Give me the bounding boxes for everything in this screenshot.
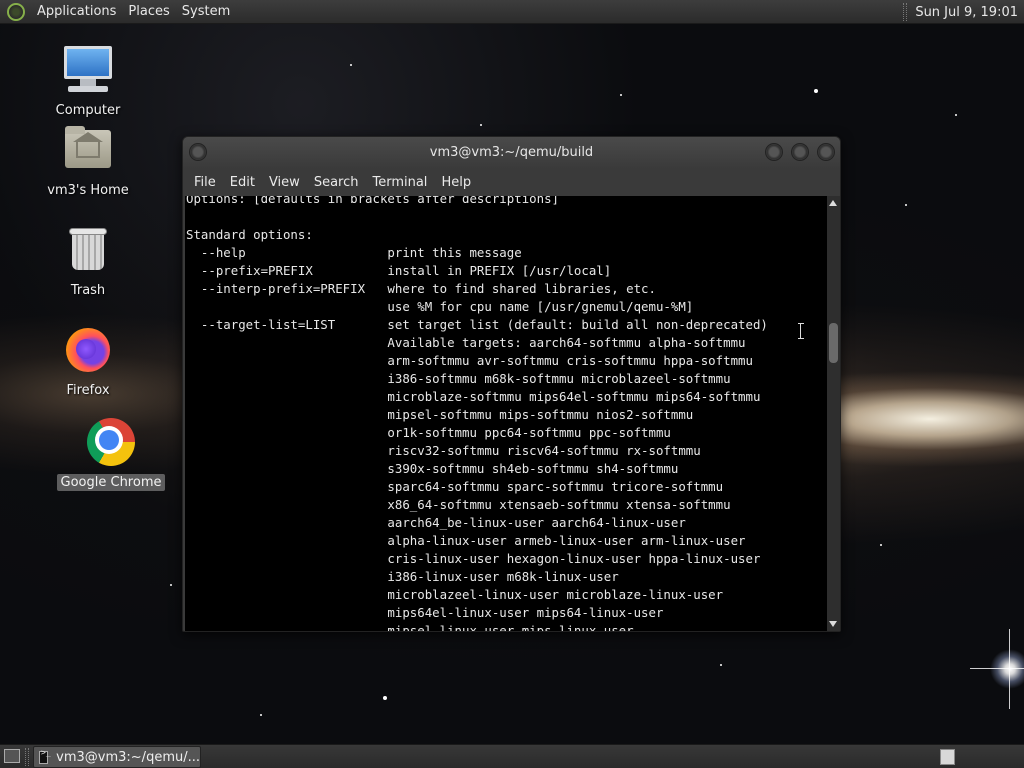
terminal-line: i386-softmmu m68k-softmmu microblazeel-s… xyxy=(186,371,731,386)
home-folder-icon xyxy=(62,124,114,176)
taskbar-button-terminal[interactable]: vm3@vm3:~/qemu/... xyxy=(33,746,201,768)
menu-edit[interactable]: Edit xyxy=(223,169,262,196)
terminal-line: i386-linux-user m68k-linux-user xyxy=(186,569,619,584)
terminal-output[interactable]: Options: [defaults in brackets after des… xyxy=(185,196,827,631)
desktop-icon-chrome[interactable]: Google Chrome xyxy=(56,416,166,491)
star xyxy=(350,64,352,66)
maximize-button[interactable] xyxy=(791,143,809,161)
panel-separator xyxy=(25,748,29,766)
scroll-down-icon[interactable] xyxy=(829,621,837,627)
menu-file[interactable]: File xyxy=(187,169,223,196)
menu-places[interactable]: Places xyxy=(122,0,175,24)
terminal-line: alpha-linux-user armeb-linux-user arm-li… xyxy=(186,533,746,548)
menu-system[interactable]: System xyxy=(176,0,236,24)
panel-separator xyxy=(903,3,908,21)
terminal-line: mipsel-softmmu mips-softmmu nios2-softmm… xyxy=(186,407,694,422)
scrollbar[interactable] xyxy=(827,196,840,631)
terminal-icon xyxy=(39,748,51,764)
terminal-line: --target-list=LIST set target list (defa… xyxy=(186,317,768,332)
clock[interactable]: Sun Jul 9, 19:01 xyxy=(915,5,1024,20)
terminal-line: cris-linux-user hexagon-linux-user hppa-… xyxy=(186,551,761,566)
show-desktop-icon[interactable] xyxy=(4,749,20,763)
terminal-line: riscv32-softmmu riscv64-softmmu rx-softm… xyxy=(186,443,701,458)
star xyxy=(905,204,907,206)
star xyxy=(880,544,882,546)
star xyxy=(814,89,818,93)
star xyxy=(955,114,957,116)
terminal-line: --prefix=PREFIX install in PREFIX [/usr/… xyxy=(186,263,612,278)
terminal-line: sparc64-softmmu sparc-softmmu tricore-so… xyxy=(186,479,724,494)
terminal-line: microblazeel-linux-user microblaze-linux… xyxy=(186,587,724,602)
firefox-icon xyxy=(62,324,114,376)
star xyxy=(480,124,482,126)
terminal-line: Standard options: xyxy=(186,227,313,242)
distro-logo-icon[interactable] xyxy=(7,2,25,21)
text-cursor-icon xyxy=(798,323,804,339)
star xyxy=(620,94,622,96)
window-titlebar[interactable]: vm3@vm3:~/qemu/build xyxy=(183,137,840,169)
terminal-line: --help print this message xyxy=(186,245,522,260)
terminal-line: s390x-softmmu sh4eb-softmmu sh4-softmmu xyxy=(186,461,679,476)
terminal-line: microblaze-softmmu mips64el-softmmu mips… xyxy=(186,389,761,404)
terminal-line: x86_64-softmmu xtensaeb-softmmu xtensa-s… xyxy=(186,497,731,512)
terminal-line: Available targets: aarch64-softmmu alpha… xyxy=(186,335,746,350)
trash-icon xyxy=(62,224,114,276)
close-button[interactable] xyxy=(817,143,835,161)
desktop-icon-label: Google Chrome xyxy=(56,474,166,491)
terminal-line: --interp-prefix=PREFIX where to find sha… xyxy=(186,281,656,296)
bright-star xyxy=(970,629,1024,709)
star xyxy=(260,714,262,716)
workspace-switcher[interactable] xyxy=(940,749,955,765)
minimize-button[interactable] xyxy=(765,143,783,161)
terminal-line: arm-softmmu avr-softmmu cris-softmmu hpp… xyxy=(186,353,753,368)
desktop-icon-firefox[interactable]: Firefox xyxy=(33,324,143,399)
menu-view[interactable]: View xyxy=(262,169,307,196)
menu-search[interactable]: Search xyxy=(307,169,366,196)
scroll-up-icon[interactable] xyxy=(829,200,837,206)
terminal-line: Options: [defaults in brackets after des… xyxy=(186,196,559,206)
bottom-panel: vm3@vm3:~/qemu/... xyxy=(0,744,1024,768)
star xyxy=(720,664,722,666)
terminal-window[interactable]: vm3@vm3:~/qemu/build File Edit View Sear… xyxy=(182,136,841,632)
desktop-icon-home[interactable]: vm3's Home xyxy=(33,124,143,199)
star xyxy=(170,584,172,586)
scrollbar-thumb[interactable] xyxy=(829,323,838,363)
top-panel: Applications Places System Sun Jul 9, 19… xyxy=(0,0,1024,24)
terminal-text: Options: [defaults in brackets after des… xyxy=(186,196,768,631)
chrome-icon xyxy=(85,416,137,468)
computer-icon xyxy=(62,44,114,96)
terminal-line: use %M for cpu name [/usr/gnemul/qemu-%M… xyxy=(186,299,694,314)
menu-help[interactable]: Help xyxy=(434,169,478,196)
window-title: vm3@vm3:~/qemu/build xyxy=(429,145,594,160)
terminal-menubar: File Edit View Search Terminal Help xyxy=(183,169,840,196)
terminal-line: mips64el-linux-user mips64-linux-user xyxy=(186,605,664,620)
menu-applications[interactable]: Applications xyxy=(31,0,122,24)
star xyxy=(383,696,387,700)
terminal-line: mipsel-linux-user mips-linux-user xyxy=(186,623,634,631)
terminal-line: aarch64_be-linux-user aarch64-linux-user xyxy=(186,515,686,530)
taskbar-button-label: vm3@vm3:~/qemu/... xyxy=(56,749,200,765)
desktop-icon-computer[interactable]: Computer xyxy=(33,44,143,119)
menu-terminal[interactable]: Terminal xyxy=(365,169,434,196)
desktop-icon-label: vm3's Home xyxy=(47,183,129,198)
terminal-line: or1k-softmmu ppc64-softmmu ppc-softmmu xyxy=(186,425,671,440)
desktop-icon-label: Computer xyxy=(55,103,121,118)
desktop-icon-label: Trash xyxy=(70,283,106,298)
desktop-icon-label: Firefox xyxy=(66,383,110,398)
desktop-icon-trash[interactable]: Trash xyxy=(33,224,143,299)
